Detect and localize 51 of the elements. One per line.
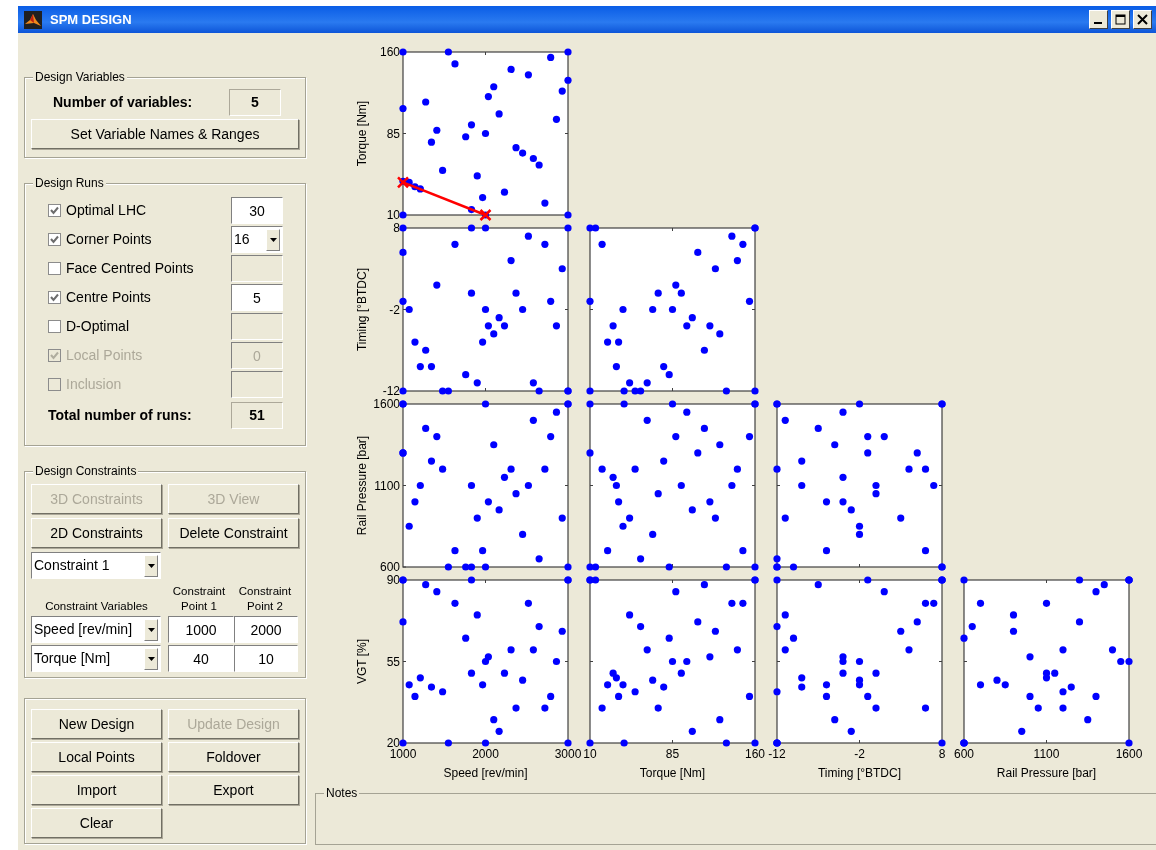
axis-title: Timing [°BTDC] — [818, 766, 901, 780]
column-header: Constraint Point 2 — [237, 584, 293, 614]
tick-label: -12 — [768, 747, 786, 761]
checkbox-label: Corner Points — [66, 230, 153, 249]
tick-label: 1000 — [389, 747, 417, 761]
window-title: SPM DESIGN — [50, 10, 132, 29]
tick-label: 160 — [745, 747, 765, 761]
tick-label: 3000 — [554, 747, 582, 761]
tick-label: 1600 — [373, 397, 400, 411]
checkbox-label: Local Points — [66, 346, 144, 365]
tick-label: 600 — [379, 560, 400, 574]
tick-label: 90 — [386, 573, 400, 587]
tick-label: 85 — [386, 126, 400, 141]
axis-title: Torque [Nm] — [355, 100, 369, 167]
checkbox-label: Inclusion — [66, 375, 123, 394]
axis-title: Rail Pressure [bar] — [355, 435, 369, 536]
checkbox-label: Face Centred Points — [66, 259, 195, 278]
tick-label: 8 — [393, 221, 400, 235]
tick-label: 55 — [386, 654, 400, 669]
axis-title: Timing [°BTDC] — [355, 268, 369, 351]
group-title: Design Variables — [33, 70, 127, 84]
tick-label: 10 — [583, 747, 597, 761]
tick-label: -12 — [382, 384, 400, 398]
tick-label: 8 — [938, 747, 946, 761]
axis-title: Speed [rev/min] — [443, 766, 528, 780]
tick-label: 10 — [386, 208, 400, 222]
group-title: Design Runs — [33, 176, 106, 190]
group-title: Design Constraints — [33, 464, 139, 478]
tick-label: 600 — [954, 747, 974, 761]
tick-label: 1100 — [1033, 747, 1060, 761]
axis-title: VGT [%] — [355, 638, 369, 685]
tick-label: -2 — [389, 302, 400, 317]
checkbox-label: D-Optimal — [66, 317, 130, 336]
checkbox-label: Centre Points — [66, 288, 152, 307]
checkbox-label: Optimal LHC — [66, 201, 148, 220]
tick-label: 1100 — [374, 478, 400, 493]
tick-label: 160 — [379, 45, 400, 59]
axis-title: Torque [Nm] — [639, 766, 706, 780]
tick-label: 2000 — [472, 747, 499, 761]
axis-title: Rail Pressure [bar] — [996, 766, 1097, 780]
column-header: Constraint Point 1 — [171, 584, 227, 614]
tick-label: 85 — [665, 747, 680, 761]
column-header: Constraint Variables — [44, 599, 149, 614]
field-label: Total number of runs: — [48, 406, 192, 425]
tick-label: -2 — [854, 747, 865, 761]
run-count: 51 — [231, 402, 283, 429]
tick-label: 1600 — [1115, 747, 1143, 761]
variable-count: 5 — [229, 89, 281, 116]
group-title: Notes — [324, 786, 360, 800]
tick-label: 20 — [386, 736, 400, 750]
field-label: Number of variables: — [53, 93, 193, 112]
